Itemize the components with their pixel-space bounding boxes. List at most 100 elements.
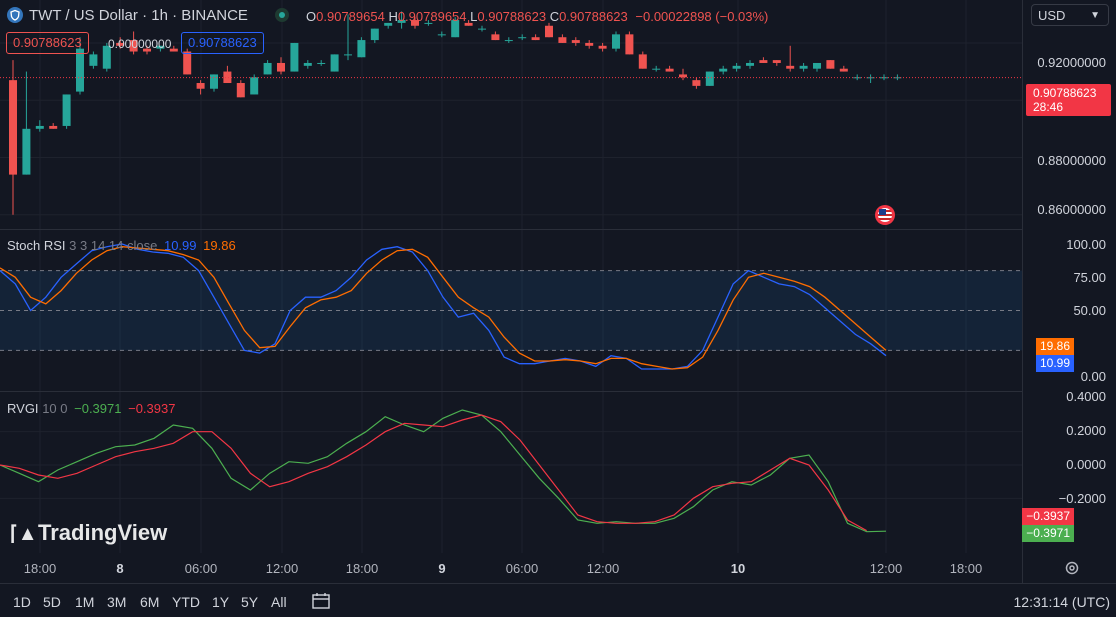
stoch-k-tag: 10.99 (1035, 355, 1074, 372)
stoch-rsi-legend[interactable]: Stoch RSI 3 3 14 14 close 10.99 19.86 (7, 238, 236, 253)
range-button-1d[interactable]: 1D (13, 594, 31, 610)
candle-body (853, 77, 862, 79)
candle-body (786, 65, 795, 69)
candle-body (49, 125, 58, 129)
rvgi-tick-4: −0.2000 (1058, 491, 1106, 506)
candle-body (317, 62, 326, 64)
candle-body (585, 42, 594, 46)
range-button-1m[interactable]: 1M (75, 594, 94, 610)
candle-body (719, 68, 728, 72)
rvgi-tag-2: −0.3937 (1022, 508, 1074, 525)
candle-body (598, 45, 607, 49)
candle-body (89, 54, 98, 66)
candle-body (504, 40, 513, 42)
pane-divider-1[interactable] (0, 229, 1022, 230)
date-range-calendar-icon[interactable] (310, 591, 332, 611)
candle-body (826, 60, 835, 69)
candle-body (880, 77, 888, 79)
candle-body (665, 68, 674, 72)
ohlc-readout: O0.90789654 H0.90789654 L0.90788623 C0.9… (306, 9, 768, 24)
candle-body (236, 83, 245, 98)
price-scale-divider (1022, 0, 1023, 583)
candle-body (277, 62, 285, 72)
bar-countdown: 28:46 (1033, 100, 1064, 114)
stoch-d-value: 19.86 (203, 238, 236, 253)
rvgi-line (0, 409, 887, 533)
rvgi-signal-line (0, 414, 867, 532)
rvgi-params: 10 0 (42, 401, 68, 416)
settings-gear-icon[interactable] (1064, 560, 1080, 576)
candle-body (772, 60, 781, 63)
candle-body (250, 77, 259, 95)
time-label: 18:00 (23, 561, 57, 576)
candle-body (183, 51, 192, 75)
time-label: 12:00 (586, 561, 620, 576)
rvgi-tag-1: −0.3971 (1022, 525, 1074, 542)
time-label: 18:00 (345, 561, 379, 576)
candle-body (732, 65, 741, 69)
candle-body (330, 54, 339, 72)
rvgi-value-2: −0.3937 (128, 401, 176, 416)
market-status-icon[interactable] (275, 8, 289, 22)
time-label: 10 (730, 561, 746, 576)
stoch-tick-0: 0.00 (1080, 369, 1106, 384)
buy-button[interactable]: 0.90788623 (181, 32, 264, 54)
candle-body (357, 40, 366, 58)
candle-body (746, 62, 754, 66)
rvgi-value-1: −0.3971 (74, 401, 122, 416)
currency-select[interactable]: USD ▼ (1031, 4, 1109, 26)
rvgi-tick-1: 0.4000 (1066, 389, 1106, 404)
close-value: 0.90788623 (559, 9, 628, 24)
range-button-5d[interactable]: 5D (43, 594, 61, 610)
candle-body (210, 74, 218, 89)
range-button-5y[interactable]: 5Y (241, 594, 258, 610)
high-value: 0.90789654 (397, 9, 467, 24)
watermark-text: TradingView (38, 520, 168, 545)
candle-body (478, 28, 486, 30)
candle-body (344, 54, 352, 56)
range-button-all[interactable]: All (271, 594, 287, 610)
chart-canvas[interactable] (0, 0, 1116, 617)
time-label: 12:00 (265, 561, 299, 576)
range-button-ytd[interactable]: YTD (172, 594, 200, 610)
change-value: −0.00022898 (−0.03%) (635, 9, 769, 24)
range-button-3m[interactable]: 3M (107, 594, 126, 610)
candle-body (76, 48, 84, 92)
time-label: 06:00 (184, 561, 218, 576)
candle-body (531, 37, 540, 41)
candle-body (491, 34, 500, 41)
candle-body (705, 71, 714, 86)
candle-body (370, 28, 379, 41)
time-label: 9 (438, 561, 446, 576)
us-flag-event-icon[interactable] (875, 205, 895, 225)
pane-divider-2[interactable] (0, 391, 1022, 392)
stoch-rsi-title: Stoch RSI (7, 238, 66, 253)
symbol-logo-icon (7, 7, 23, 23)
time-label: 18:00 (949, 561, 983, 576)
candle-body (638, 54, 647, 69)
candle-body (813, 62, 821, 69)
low-value: 0.90788623 (477, 9, 547, 24)
symbol-title[interactable]: TWT / US Dollar · 1h · BINANCE (29, 7, 248, 24)
candle-body (303, 62, 312, 66)
stoch-d-tag: 19.86 (1035, 338, 1074, 355)
rvgi-tick-2: 0.2000 (1066, 423, 1106, 438)
candle-body (22, 128, 31, 175)
candle-body (290, 42, 299, 72)
stoch-tick-50: 50.00 (1073, 303, 1106, 318)
rvgi-legend[interactable]: RVGI 10 0 −0.3971 −0.3937 (7, 401, 175, 416)
tradingview-watermark: ⌈▲TradingView (10, 520, 167, 546)
range-button-6m[interactable]: 6M (140, 594, 159, 610)
candle-body (799, 65, 808, 69)
price-tick-4: 0.86000000 (1037, 202, 1106, 217)
currency-select-value: USD (1038, 8, 1066, 23)
time-label: 12:00 (869, 561, 903, 576)
candle-body (9, 80, 17, 175)
open-value: 0.90789654 (316, 9, 385, 24)
high-label: H (388, 9, 398, 24)
last-price-value: 0.90788623 (1033, 86, 1097, 100)
range-button-1y[interactable]: 1Y (212, 594, 229, 610)
sell-button[interactable]: 0.90788623 (6, 32, 89, 54)
utc-clock[interactable]: 12:31:14 (UTC) (1014, 594, 1110, 610)
candle-body (839, 68, 848, 72)
